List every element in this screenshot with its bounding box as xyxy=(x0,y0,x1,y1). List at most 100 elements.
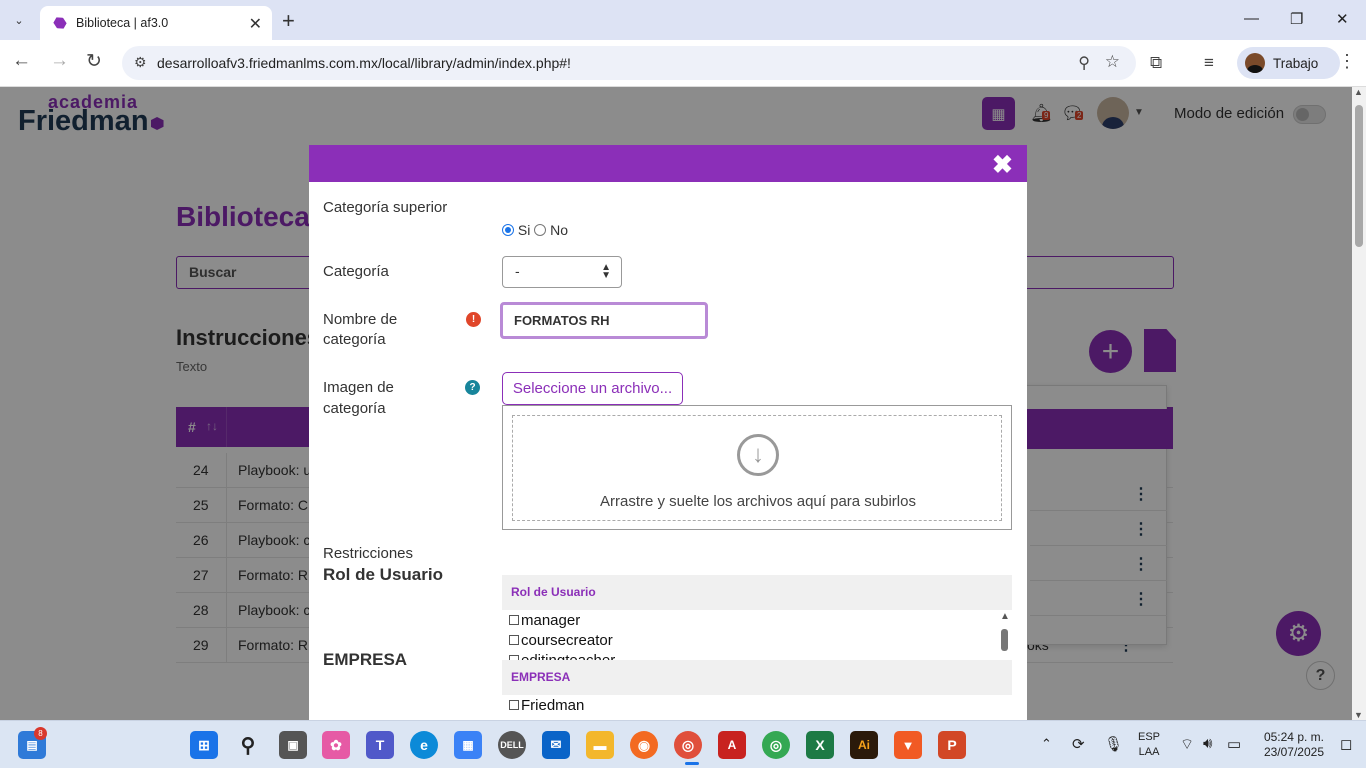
minimize-icon[interactable]: — xyxy=(1244,10,1259,27)
role-list-scrollbar[interactable]: ▲ xyxy=(998,610,1012,660)
parent-category-label: Categoría superior xyxy=(323,199,448,216)
role-box-header: Rol de Usuario xyxy=(511,585,596,599)
brave-icon[interactable]: ▼ xyxy=(894,731,922,759)
address-bar[interactable]: ⚙ desarrolloafv3.friedmanlms.com.mx/loca… xyxy=(122,46,1136,80)
browser-toolbar: ← → ↻ ⚙ desarrolloafv3.friedmanlms.com.m… xyxy=(0,40,1366,87)
company-option[interactable]: Friedman xyxy=(509,696,584,716)
role-option[interactable]: manager xyxy=(509,611,580,631)
modal-close-icon[interactable]: ✖ xyxy=(992,150,1013,180)
copilot-icon[interactable]: ✿ xyxy=(322,731,350,759)
role-option[interactable]: coursecreator xyxy=(509,631,613,651)
category-name-label-line1: Nombre de xyxy=(323,311,398,328)
tab-close-icon[interactable]: ✕ xyxy=(249,14,262,34)
web-page: academia Friedman ▦ 🔔︎ 9 💬︎ 2 ▼ Modo de … xyxy=(0,87,1352,720)
choose-file-button[interactable]: Seleccione un archivo... xyxy=(502,372,683,405)
forward-arrow-icon[interactable]: → xyxy=(50,50,69,72)
battery-icon[interactable]: ▭ xyxy=(1227,735,1241,753)
category-label: Categoría xyxy=(323,263,389,280)
tab-search-chevron-icon[interactable]: ⌄ xyxy=(6,8,32,32)
firefox-icon[interactable]: ◉ xyxy=(630,731,658,759)
radio-yes-label[interactable]: Si xyxy=(518,222,530,238)
excel-icon[interactable]: X xyxy=(806,731,834,759)
back-arrow-icon[interactable]: ← xyxy=(12,50,31,72)
volume-icon[interactable]: 🔊︎ xyxy=(1203,735,1212,752)
site-info-icon[interactable]: ⚙ xyxy=(134,54,147,71)
edge-icon[interactable]: e xyxy=(410,731,438,759)
profile-label: Trabajo xyxy=(1273,55,1319,71)
input-language[interactable]: ESP LAA xyxy=(1138,730,1160,760)
role-scroll-thumb[interactable] xyxy=(1001,629,1008,651)
company-checkbox[interactable] xyxy=(509,700,519,710)
powerpoint-icon[interactable]: P xyxy=(938,731,966,759)
url-text[interactable]: desarrolloafv3.friedmanlms.com.mx/local/… xyxy=(157,55,571,71)
company-options-list[interactable]: Friedman xyxy=(502,695,1012,720)
wifi-icon[interactable]: ⌔ xyxy=(1180,735,1194,754)
role-option-label: coursecreator xyxy=(521,632,613,649)
search-zoom-icon[interactable]: ⚲ xyxy=(1078,53,1090,73)
windows-taskbar: ▤ 8 ⊞ ⚲ ▣ ✿ T e ▦ DELL ✉ ▬ ◉ ◎ A ◎ X Ai … xyxy=(0,720,1366,768)
parent-category-radio-group: Si No xyxy=(502,222,568,238)
category-select-value: - xyxy=(515,263,520,279)
role-options-list[interactable]: manager coursecreator editingteacher ▲ xyxy=(502,610,1012,660)
microphone-icon[interactable]: 🎙︎ xyxy=(1104,735,1123,753)
restrictions-label: Restricciones xyxy=(323,545,414,562)
system-clock[interactable]: 05:24 p. m. 23/07/2025 xyxy=(1258,730,1324,760)
scroll-up-arrow-icon[interactable]: ▲ xyxy=(1354,87,1363,97)
role-option[interactable]: editingteacher xyxy=(509,651,615,660)
role-checkbox[interactable] xyxy=(509,615,519,625)
bookmark-star-icon[interactable]: ☆ xyxy=(1105,52,1120,72)
profile-button[interactable]: Trabajo xyxy=(1237,47,1340,79)
user-role-label: Rol de Usuario xyxy=(323,565,443,584)
restore-icon[interactable]: ❐ xyxy=(1290,10,1303,28)
store-icon[interactable]: ▦ xyxy=(454,731,482,759)
browser-menu-kebab-icon[interactable]: ⋮ xyxy=(1338,51,1356,72)
category-name-input[interactable]: FORMATOS RH xyxy=(500,302,708,339)
clock-date: 23/07/2025 xyxy=(1263,745,1324,759)
widgets-badge: 8 xyxy=(34,727,47,740)
radio-yes[interactable] xyxy=(502,224,514,236)
search-icon[interactable]: ⚲ xyxy=(234,731,262,759)
role-checkbox[interactable] xyxy=(509,635,519,645)
category-image-label-line1: Imagen de xyxy=(323,379,394,396)
task-view-icon[interactable]: ▣ xyxy=(279,731,307,759)
acrobat-icon[interactable]: A xyxy=(718,731,746,759)
mail-icon[interactable]: ✉ xyxy=(542,731,570,759)
scroll-down-arrow-icon[interactable]: ▼ xyxy=(1354,710,1363,720)
category-select[interactable]: - ▲ ▼ xyxy=(502,256,622,288)
teams-icon[interactable]: T xyxy=(366,731,394,759)
help-question-icon[interactable]: ? xyxy=(465,380,480,395)
chrome-profile-icon[interactable]: ◎ xyxy=(762,731,790,759)
tab-favicon-icon xyxy=(52,15,68,31)
category-name-value: FORMATOS RH xyxy=(514,313,610,328)
browser-tab[interactable]: Biblioteca | af3.0 ✕ xyxy=(40,6,272,40)
chrome-icon[interactable]: ◎ xyxy=(674,731,702,759)
media-control-icon[interactable]: ≡ xyxy=(1204,53,1214,73)
tray-chevron-up-icon[interactable]: ⌃ xyxy=(1041,736,1052,752)
dropzone-dashed-area[interactable]: ↓ Arrastre y suelte los archivos aquí pa… xyxy=(512,415,1002,521)
sync-icon[interactable]: ⟳ xyxy=(1072,735,1085,753)
select-updown-icon: ▲ ▼ xyxy=(601,262,611,281)
active-app-indicator xyxy=(685,762,699,765)
windows-start-icon[interactable]: ⊞ xyxy=(190,731,218,759)
reload-icon[interactable]: ↻ xyxy=(86,50,102,73)
file-explorer-icon[interactable]: ▬ xyxy=(586,731,614,759)
dell-icon[interactable]: DELL xyxy=(498,731,526,759)
tab-title: Biblioteca | af3.0 xyxy=(76,16,169,30)
role-checkbox[interactable] xyxy=(509,655,519,660)
scroll-up-arrow-icon[interactable]: ▲ xyxy=(1000,611,1010,622)
notifications-center-icon[interactable]: ◻ xyxy=(1340,735,1352,753)
illustrator-icon[interactable]: Ai xyxy=(850,731,878,759)
new-tab-plus-icon[interactable]: + xyxy=(282,8,295,34)
radio-no[interactable] xyxy=(534,224,547,236)
page-scrollbar[interactable]: ▲ ▼ xyxy=(1352,87,1366,720)
clock-time: 05:24 p. m. xyxy=(1263,730,1324,744)
radio-no-label[interactable]: No xyxy=(550,222,568,238)
dropzone-text: Arrastre y suelte los archivos aquí para… xyxy=(600,493,916,510)
category-modal: ✖ Categoría superior Si No Categoría - ▲… xyxy=(309,145,1027,720)
page-scroll-thumb[interactable] xyxy=(1355,105,1363,247)
role-option-label: editingteacher xyxy=(521,652,615,660)
file-dropzone[interactable]: ↓ Arrastre y suelte los archivos aquí pa… xyxy=(502,405,1012,530)
extensions-puzzle-icon[interactable]: ⧉ xyxy=(1150,53,1162,73)
language-line1: ESP xyxy=(1138,731,1161,743)
window-close-icon[interactable]: ✕ xyxy=(1336,10,1349,28)
